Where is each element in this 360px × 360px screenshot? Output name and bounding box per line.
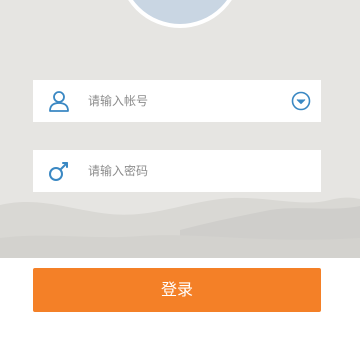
login-button[interactable]: 登录 [33, 268, 321, 312]
password-placeholder: 请输入密码 [88, 164, 149, 178]
account-field[interactable]: 请输入帐号 [33, 80, 321, 122]
key-icon [47, 159, 71, 183]
login-background [0, 0, 360, 258]
password-field[interactable]: 请输入密码 [33, 150, 321, 192]
account-placeholder: 请输入帐号 [88, 94, 149, 108]
user-icon [47, 89, 71, 113]
mountain-landscape [0, 197, 360, 258]
chevron-down-circle-icon[interactable] [291, 91, 311, 111]
